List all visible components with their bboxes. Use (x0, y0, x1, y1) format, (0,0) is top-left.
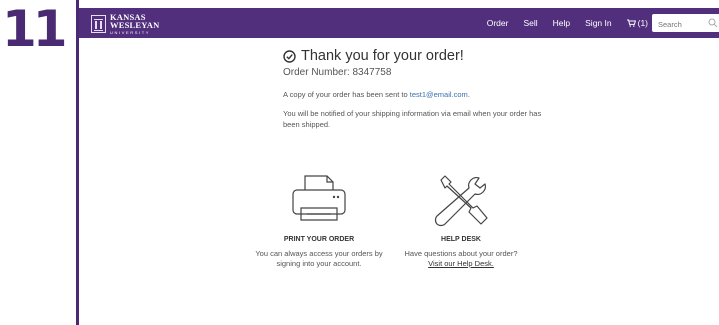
search-icon[interactable] (708, 18, 718, 28)
confirmation-section: Thank you for your order! Order Number: … (283, 48, 583, 130)
help-desk-card: HELP DESK Have questions about your orde… (386, 172, 536, 269)
logo-line-2: WESLEYAN (110, 20, 160, 30)
check-circle-icon (283, 49, 296, 63)
logo-line-3: UNIVERSITY (110, 29, 151, 35)
shipping-notice: You will be notified of your shipping in… (283, 109, 542, 129)
printer-icon (292, 175, 346, 221)
copy-notice: A copy of your order has been sent to te… (283, 90, 470, 99)
help-desk-link[interactable]: Visit our Help Desk. (386, 259, 536, 269)
top-navbar: KANSAS WESLEYAN UNIVERSITY Order Sell He… (79, 8, 719, 38)
tools-icon (434, 175, 488, 227)
search-input[interactable] (652, 15, 704, 34)
browser-frame: KANSAS WESLEYAN UNIVERSITY Order Sell He… (76, 0, 719, 325)
nav-order-link[interactable]: Order (487, 18, 509, 28)
help-desk-heading: HELP DESK (441, 236, 481, 243)
cart-button[interactable]: (1) (626, 18, 648, 28)
help-desk-text: Have questions about your order? (404, 249, 518, 258)
print-order-text: You can always access your orders by sig… (255, 249, 383, 268)
step-number: 11 (2, 0, 68, 58)
cart-icon (626, 19, 636, 27)
nav-sign-in-link[interactable]: Sign In (585, 18, 611, 28)
cart-count: (1) (637, 18, 648, 28)
nav-links: Order Sell Help Sign In (1) (472, 8, 648, 38)
nav-help-link[interactable]: Help (553, 18, 570, 28)
search-box (652, 14, 719, 34)
logo-crest-icon (91, 14, 106, 33)
email-link[interactable]: test1@email.com (410, 90, 468, 99)
page-title: Thank you for your order! (301, 48, 464, 64)
print-order-card[interactable]: PRINT YOUR ORDER You can always access y… (244, 172, 394, 269)
university-logo[interactable]: KANSAS WESLEYAN UNIVERSITY (91, 12, 160, 35)
order-number: Order Number: 8347758 (283, 67, 392, 78)
print-order-heading: PRINT YOUR ORDER (283, 236, 355, 243)
nav-sell-link[interactable]: Sell (523, 18, 537, 28)
